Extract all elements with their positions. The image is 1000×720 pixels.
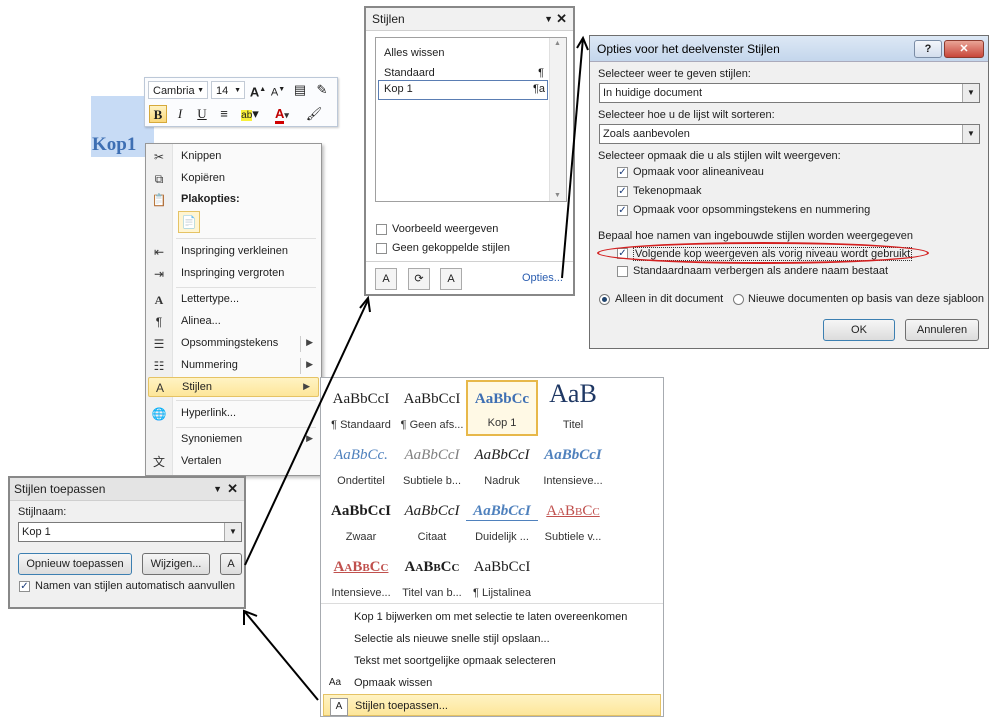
arrow-options-to-dialog <box>561 37 584 279</box>
arrow-apply-to-pane <box>244 299 369 566</box>
arrow-command-to-apply <box>244 611 319 701</box>
annotation-arrows <box>243 35 589 701</box>
